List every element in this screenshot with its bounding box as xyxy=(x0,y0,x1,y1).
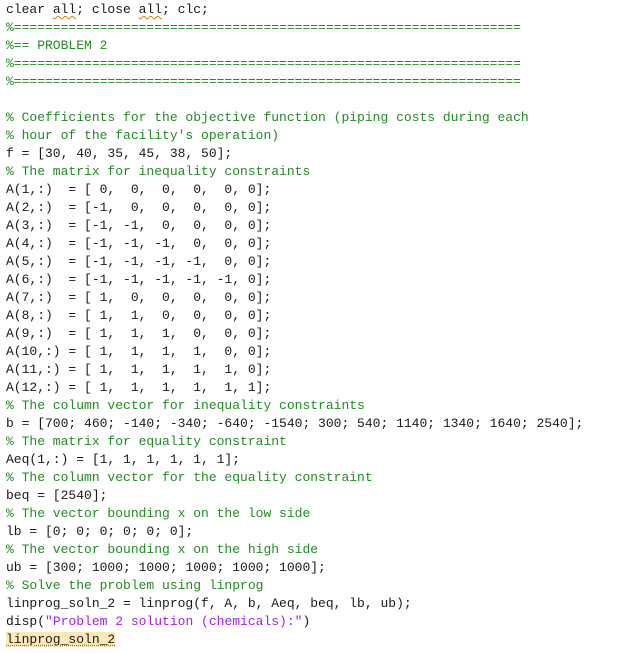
code-line[interactable]: b = [700; 460; -140; -340; -640; -1540; … xyxy=(6,415,583,433)
code-line[interactable]: A(12,:) = [ 1, 1, 1, 1, 1, 1]; xyxy=(6,379,271,397)
code-line[interactable]: A(9,:) = [ 1, 1, 1, 0, 0, 0]; xyxy=(6,325,271,343)
code-comment: % The column vector for inequality const… xyxy=(6,398,365,413)
code-comment: %== PROBLEM 2 xyxy=(6,38,108,53)
code-line[interactable]: A(4,:) = [-1, -1, -1, 0, 0, 0]; xyxy=(6,235,271,253)
code-line[interactable]: A(11,:) = [ 1, 1, 1, 1, 1, 0]; xyxy=(6,361,271,379)
code-string: "Problem 2 solution (chemicals):" xyxy=(45,614,303,629)
code-token: all xyxy=(138,2,163,17)
code-line[interactable]: lb = [0; 0; 0; 0; 0; 0]; xyxy=(6,523,193,541)
code-comment: % hour of the facility's operation) xyxy=(6,128,280,143)
code-line[interactable]: %=======================================… xyxy=(6,55,521,73)
code-comment: % The column vector for the equality con… xyxy=(6,470,373,485)
code-token: ; close xyxy=(76,2,139,17)
code-token: clear xyxy=(6,2,53,17)
code-line[interactable]: % Coefficients for the objective functio… xyxy=(6,109,529,127)
code-comment: % The matrix for equality constraint xyxy=(6,434,287,449)
code-comment: %=======================================… xyxy=(6,56,521,71)
code-line[interactable]: disp("Problem 2 solution (chemicals):") xyxy=(6,613,310,631)
code-line[interactable]: A(6,:) = [-1, -1, -1, -1, -1, 0]; xyxy=(6,271,271,289)
code-token: A(11,:) = [ 1, 1, 1, 1, 1, 0]; xyxy=(6,362,272,377)
code-line[interactable]: A(1,:) = [ 0, 0, 0, 0, 0, 0]; xyxy=(6,181,271,199)
code-token: ) xyxy=(302,614,311,629)
code-line[interactable]: A(5,:) = [-1, -1, -1, -1, 0, 0]; xyxy=(6,253,271,271)
code-line[interactable]: beq = [2540]; xyxy=(6,487,107,505)
code-line[interactable]: Aeq(1,:) = [1, 1, 1, 1, 1, 1]; xyxy=(6,451,240,469)
code-comment: % The vector bounding x on the low side xyxy=(6,506,311,521)
code-line[interactable]: A(2,:) = [-1, 0, 0, 0, 0, 0]; xyxy=(6,199,271,217)
code-token: A(8,:) = [ 1, 1, 0, 0, 0, 0]; xyxy=(6,308,272,323)
code-line[interactable]: %=======================================… xyxy=(6,73,521,91)
code-line[interactable]: f = [30, 40, 35, 45, 38, 50]; xyxy=(6,145,232,163)
code-token: A(7,:) = [ 1, 0, 0, 0, 0, 0]; xyxy=(6,290,272,305)
code-token: lb = [0; 0; 0; 0; 0; 0]; xyxy=(6,524,194,539)
code-line[interactable]: A(8,:) = [ 1, 1, 0, 0, 0, 0]; xyxy=(6,307,271,325)
code-token: b = [700; 460; -140; -340; -640; -1540; … xyxy=(6,416,584,431)
code-line[interactable]: % The matrix for inequality constraints xyxy=(6,163,310,181)
code-line[interactable]: linprog_soln_2 xyxy=(6,631,116,649)
code-line[interactable]: A(7,:) = [ 1, 0, 0, 0, 0, 0]; xyxy=(6,289,271,307)
code-token: beq = [2540]; xyxy=(6,488,108,503)
code-token: A(3,:) = [-1, -1, 0, 0, 0, 0]; xyxy=(6,218,272,233)
code-token: disp( xyxy=(6,614,46,629)
code-line[interactable]: ub = [300; 1000; 1000; 1000; 1000; 1000]… xyxy=(6,559,326,577)
code-token: A(10,:) = [ 1, 1, 1, 1, 0, 0]; xyxy=(6,344,272,359)
code-line[interactable]: % The vector bounding x on the high side xyxy=(6,541,318,559)
code-comment: % The vector bounding x on the high side xyxy=(6,542,319,557)
code-comment: %=======================================… xyxy=(6,20,521,35)
code-token: all xyxy=(52,2,77,17)
code-line[interactable]: A(3,:) = [-1, -1, 0, 0, 0, 0]; xyxy=(6,217,271,235)
code-token: f = [30, 40, 35, 45, 38, 50]; xyxy=(6,146,233,161)
code-line[interactable]: %=======================================… xyxy=(6,19,521,37)
code-token: A(1,:) = [ 0, 0, 0, 0, 0, 0]; xyxy=(6,182,272,197)
code-line[interactable]: clear all; close all; clc; xyxy=(6,1,209,19)
code-comment: % The matrix for inequality constraints xyxy=(6,164,311,179)
code-token: A(4,:) = [-1, -1, -1, 0, 0, 0]; xyxy=(6,236,272,251)
code-token: linprog_soln_2 = linprog(f, A, b, Aeq, b… xyxy=(6,596,412,611)
code-line[interactable]: % The column vector for the equality con… xyxy=(6,469,373,487)
code-line[interactable]: % The column vector for inequality const… xyxy=(6,397,365,415)
code-token: Aeq(1,:) = [1, 1, 1, 1, 1, 1]; xyxy=(6,452,241,467)
code-token: linprog_soln_2 xyxy=(6,632,116,647)
code-line[interactable]: % The matrix for equality constraint xyxy=(6,433,287,451)
code-comment: % Solve the problem using linprog xyxy=(6,578,264,593)
code-editor[interactable]: clear all; close all; clc; %=============… xyxy=(0,0,618,653)
code-token: A(6,:) = [-1, -1, -1, -1, -1, 0]; xyxy=(6,272,272,287)
code-token: ; clc; xyxy=(162,2,209,17)
code-comment: % Coefficients for the objective functio… xyxy=(6,110,529,125)
code-token: A(9,:) = [ 1, 1, 1, 0, 0, 0]; xyxy=(6,326,272,341)
code-comment: %=======================================… xyxy=(6,74,521,89)
code-line[interactable]: % The vector bounding x on the low side xyxy=(6,505,310,523)
code-token: A(2,:) = [-1, 0, 0, 0, 0, 0]; xyxy=(6,200,272,215)
code-line[interactable]: linprog_soln_2 = linprog(f, A, b, Aeq, b… xyxy=(6,595,412,613)
code-line[interactable]: %== PROBLEM 2 xyxy=(6,37,107,55)
code-token: A(12,:) = [ 1, 1, 1, 1, 1, 1]; xyxy=(6,380,272,395)
code-line[interactable]: % hour of the facility's operation) xyxy=(6,127,279,145)
code-line[interactable]: % Solve the problem using linprog xyxy=(6,577,263,595)
code-token: ub = [300; 1000; 1000; 1000; 1000; 1000]… xyxy=(6,560,326,575)
code-token: A(5,:) = [-1, -1, -1, -1, 0, 0]; xyxy=(6,254,272,269)
code-line[interactable]: A(10,:) = [ 1, 1, 1, 1, 0, 0]; xyxy=(6,343,271,361)
